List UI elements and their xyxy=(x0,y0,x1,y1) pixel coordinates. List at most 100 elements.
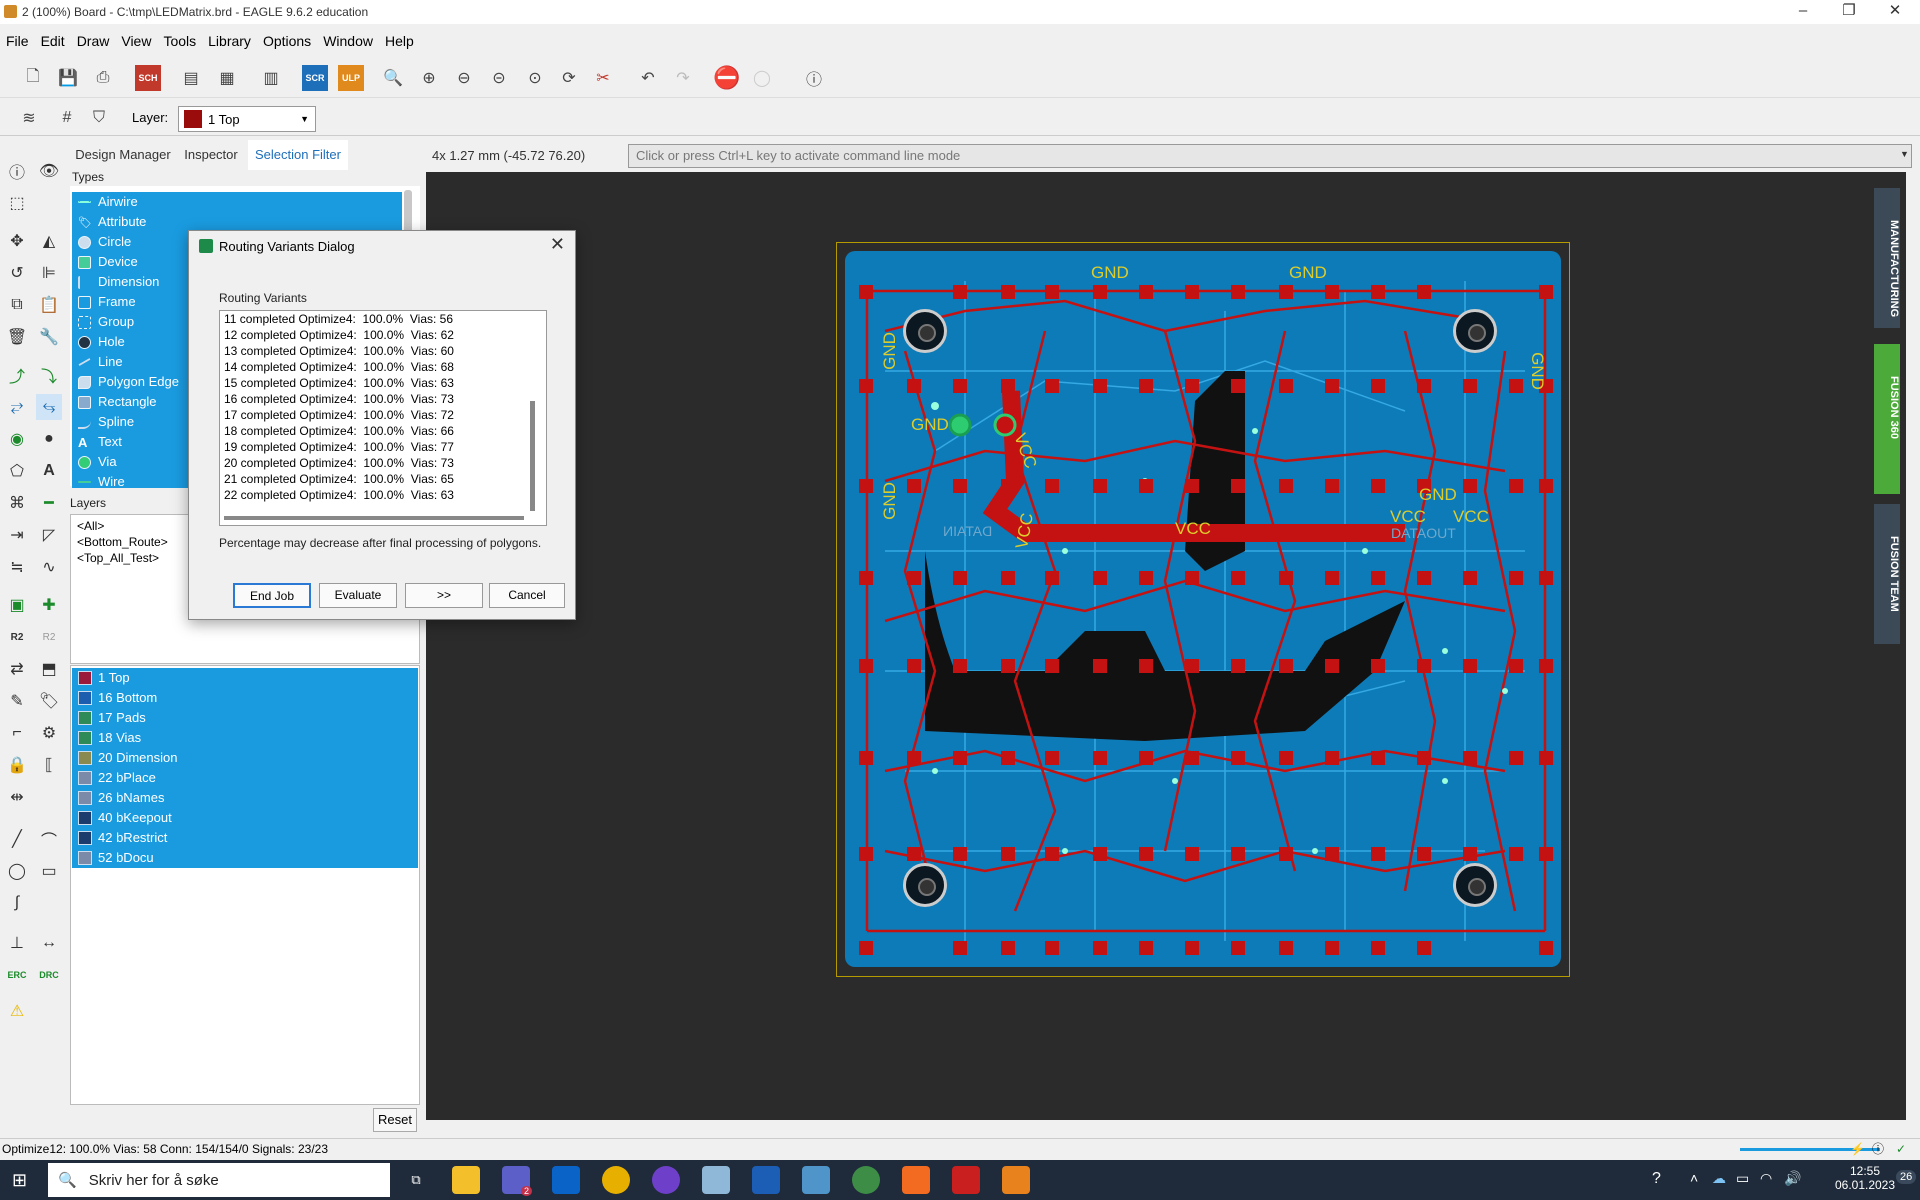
variant-row[interactable]: 20 completed Optimize4: 100.0% Vias: 73 xyxy=(220,455,546,471)
variant-row[interactable]: 11 completed Optimize4: 100.0% Vias: 56 xyxy=(220,311,546,327)
evaluate-button[interactable]: Evaluate xyxy=(319,583,397,608)
layer-group-all[interactable]: <All> xyxy=(77,519,104,533)
spline-icon[interactable]: ∫ xyxy=(4,890,30,916)
tray-chevron-icon[interactable]: ˄ xyxy=(1690,1170,1698,1186)
chrome-icon[interactable] xyxy=(602,1166,630,1194)
layer-row[interactable]: 16 Bottom xyxy=(72,688,418,708)
mark-icon[interactable]: ⊥ xyxy=(4,930,30,956)
tab-inspector[interactable]: Inspector xyxy=(176,140,246,170)
variant-row[interactable]: 16 completed Optimize4: 100.0% Vias: 73 xyxy=(220,391,546,407)
ratsnest-tool-icon[interactable]: ⇹ xyxy=(4,784,30,810)
word-icon[interactable] xyxy=(752,1166,780,1194)
minimize-button[interactable]: – xyxy=(1780,0,1826,24)
menu-options[interactable]: Options xyxy=(257,30,317,52)
name-icon[interactable]: R2 xyxy=(4,624,30,650)
variant-row[interactable]: 21 completed Optimize4: 100.0% Vias: 65 xyxy=(220,471,546,487)
ripup-icon[interactable]: ⤵ xyxy=(36,362,62,388)
volume-icon[interactable]: 🔊 xyxy=(1784,1170,1801,1187)
optimize-icon[interactable]: ⥃ xyxy=(36,394,62,420)
variant-row[interactable]: 17 completed Optimize4: 100.0% Vias: 72 xyxy=(220,407,546,423)
restore-button[interactable]: ❐ xyxy=(1826,0,1872,24)
paste-icon[interactable]: 📋 xyxy=(36,292,62,318)
maps-icon[interactable] xyxy=(852,1166,880,1194)
layer-row[interactable]: 22 bPlace xyxy=(72,768,418,788)
explorer-icon[interactable] xyxy=(452,1166,480,1194)
polygon-icon[interactable]: ⬠ xyxy=(4,458,30,484)
layer-row[interactable]: 18 Vias xyxy=(72,728,418,748)
ulp-button[interactable]: ULP xyxy=(338,65,364,91)
line-icon[interactable]: ╱ xyxy=(4,826,30,852)
warning-icon[interactable]: ⚠ xyxy=(4,998,30,1024)
menu-draw[interactable]: Draw xyxy=(71,30,116,52)
delete-icon[interactable]: 🗑 xyxy=(4,324,30,350)
export-icon[interactable]: ▦ xyxy=(214,65,240,91)
end-job-button[interactable]: End Job xyxy=(233,583,311,608)
clock[interactable]: 12:55 06.01.2023 xyxy=(1830,1164,1900,1192)
type-attribute[interactable]: 🏷 Attribute xyxy=(72,212,402,232)
move-icon[interactable]: ✥ xyxy=(4,228,30,254)
group-icon[interactable]: ⟦ xyxy=(36,752,62,778)
value-icon[interactable]: R2 xyxy=(36,624,62,650)
replace-icon[interactable]: ⇄ xyxy=(4,656,30,682)
manufacturing-tab[interactable]: MANUFACTURING xyxy=(1874,188,1900,328)
autorouter-icon[interactable]: ⥂ xyxy=(4,394,30,420)
mirror-icon[interactable]: ◭ xyxy=(36,228,62,254)
help-tray-icon[interactable]: ? xyxy=(1652,1170,1661,1188)
eagle-icon[interactable] xyxy=(1002,1166,1030,1194)
meander-icon[interactable]: ∿ xyxy=(36,554,62,580)
schematic-button[interactable]: SCH xyxy=(135,65,161,91)
rectangle-icon[interactable]: ▭ xyxy=(36,858,62,884)
help-icon[interactable]: ⓘ xyxy=(801,65,827,91)
gear-icon[interactable]: ⚙ xyxy=(36,720,62,746)
tab-selection-filter[interactable]: Selection Filter xyxy=(248,140,348,170)
redo-icon[interactable]: ↷ xyxy=(670,65,696,91)
smash-icon[interactable]: ⇥ xyxy=(4,522,30,548)
check-icon[interactable]: ✓ xyxy=(1896,1139,1906,1159)
zoom-out-icon[interactable]: ⊖ xyxy=(451,65,477,91)
layer-settings-icon[interactable]: ≋ xyxy=(16,105,42,131)
task-view-icon[interactable]: ⧉ xyxy=(402,1166,430,1194)
add-part-icon[interactable]: ▣ xyxy=(4,592,30,618)
redraw-icon[interactable]: ⟳ xyxy=(556,65,582,91)
notification-badge[interactable]: 26 xyxy=(1896,1170,1917,1184)
add-pin-icon[interactable]: ✚ xyxy=(36,592,62,618)
zoom-area-icon[interactable]: ⊙ xyxy=(522,65,548,91)
save-icon[interactable]: 💾 xyxy=(55,65,81,91)
paint-icon[interactable]: ⌐ xyxy=(4,720,30,746)
text-icon[interactable]: A xyxy=(36,458,62,484)
zoom-fit-icon[interactable]: 🔍 xyxy=(380,65,406,91)
pcb-board[interactable]: GND GND GND GND GND GND VCC VCC VCC VCC … xyxy=(845,251,1561,967)
change-icon[interactable]: ✎ xyxy=(4,688,30,714)
fusion-team-tab[interactable]: FUSION TEAM xyxy=(1874,504,1900,644)
erc-icon[interactable]: ERC xyxy=(4,962,30,988)
cam-icon[interactable]: ▤ xyxy=(178,65,204,91)
menu-view[interactable]: View xyxy=(115,30,157,52)
split-icon[interactable]: ≒ xyxy=(4,554,30,580)
signal-icon[interactable]: ⌘ xyxy=(4,490,30,516)
layer-row[interactable]: 40 bKeepout xyxy=(72,808,418,828)
windows-start-icon[interactable]: ⊞ xyxy=(12,1170,27,1191)
go-icon[interactable]: ◯ xyxy=(749,65,775,91)
info-icon[interactable]: ⓘ xyxy=(4,158,30,184)
menu-tools[interactable]: Tools xyxy=(157,30,202,52)
dimension-icon[interactable]: ↔ xyxy=(36,930,62,956)
hole-icon[interactable]: ● xyxy=(36,426,62,452)
fusion360-icon[interactable] xyxy=(902,1166,930,1194)
layer-row[interactable]: 17 Pads xyxy=(72,708,418,728)
next-button[interactable]: >> xyxy=(405,583,483,608)
board-icon[interactable]: ▥ xyxy=(258,65,284,91)
miter-icon[interactable]: ◸ xyxy=(36,522,62,548)
cancel-button[interactable]: Cancel xyxy=(489,583,565,608)
list-hscrollbar[interactable] xyxy=(224,516,524,520)
layer-row[interactable]: 1 Top xyxy=(72,668,418,688)
battery-icon[interactable]: ▭ xyxy=(1736,1170,1749,1187)
layer-row[interactable]: 26 bNames xyxy=(72,788,418,808)
wifi-icon[interactable]: ◠ xyxy=(1760,1170,1772,1187)
script-button[interactable]: SCR xyxy=(302,65,328,91)
close-button[interactable]: ✕ xyxy=(1872,0,1918,24)
tag-icon[interactable]: 🏷 xyxy=(36,688,62,714)
menu-help[interactable]: Help xyxy=(379,30,420,52)
notepad-icon[interactable] xyxy=(802,1166,830,1194)
teams-icon[interactable]: 2 xyxy=(502,1166,532,1196)
command-dropdown-icon[interactable]: ▼ xyxy=(1900,149,1909,159)
